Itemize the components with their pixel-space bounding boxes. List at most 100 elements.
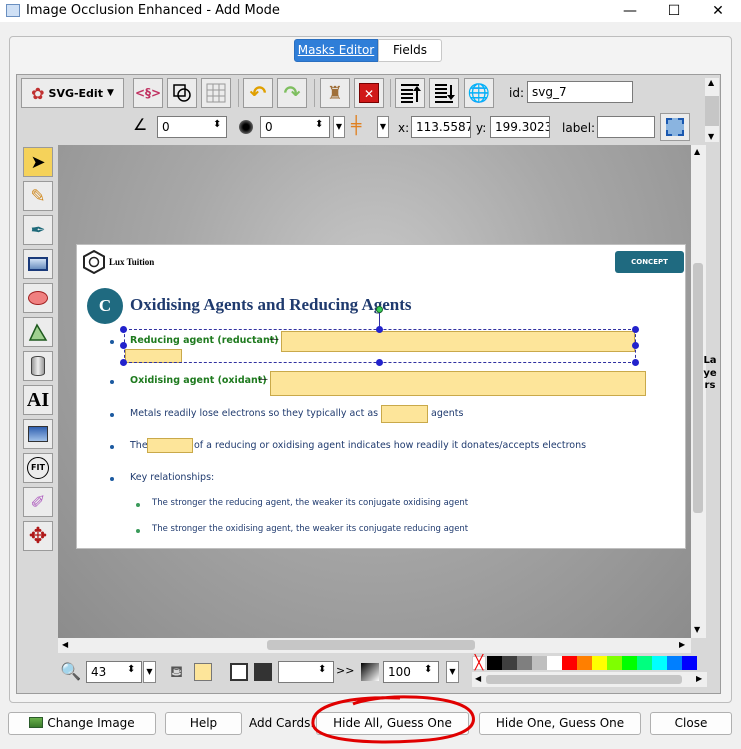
resize-handle-w[interactable]: [120, 342, 127, 349]
oxidising-agent-label: Oxidising agent (oxidant): [130, 375, 267, 386]
image-tool-button[interactable]: [23, 419, 53, 449]
stroke-style-icon[interactable]: >>: [336, 664, 354, 677]
help-button[interactable]: Help: [165, 712, 242, 735]
resize-handle-s[interactable]: [376, 359, 383, 366]
palette-swatch[interactable]: [592, 656, 607, 670]
rotate-handle[interactable]: [376, 306, 383, 313]
resize-handle-n[interactable]: [376, 326, 383, 333]
occlusion-mask[interactable]: [147, 438, 193, 453]
eyedropper-tool-button[interactable]: ✐: [23, 487, 53, 517]
change-image-button[interactable]: Change Image: [8, 712, 156, 735]
link-button[interactable]: 🌐: [464, 78, 494, 108]
palette-scrollbar[interactable]: ◀ ▶: [472, 672, 707, 687]
select-tool-button[interactable]: ➤: [23, 147, 53, 177]
svg-edit-menu-button[interactable]: ✿ SVG-Edit ▼: [21, 78, 124, 108]
x-input[interactable]: 113.5587: [411, 116, 471, 138]
delete-button[interactable]: ✕: [354, 78, 384, 108]
angle-spin-icon[interactable]: ⬍: [213, 119, 221, 130]
zoom-spin-icon[interactable]: ⬍: [127, 664, 135, 675]
fill-color-swatch[interactable]: [194, 663, 212, 681]
occlusion-mask[interactable]: [270, 371, 646, 396]
palette-swatch[interactable]: [577, 656, 592, 670]
selection-box[interactable]: [124, 329, 636, 363]
scroll-right-icon[interactable]: ▶: [679, 640, 685, 649]
occlusion-mask[interactable]: [381, 405, 428, 423]
redo-button[interactable]: ↷: [277, 78, 307, 108]
palette-swatch[interactable]: [682, 656, 697, 670]
palette-swatch[interactable]: [487, 656, 502, 670]
label-input[interactable]: [597, 116, 655, 138]
palette-swatch[interactable]: [547, 656, 562, 670]
undo-button[interactable]: ↶: [243, 78, 273, 108]
close-window-button[interactable]: ✕: [695, 0, 741, 22]
resize-handle-nw[interactable]: [120, 326, 127, 333]
hide-one-guess-one-button[interactable]: Hide One, Guess One: [479, 712, 641, 735]
pencil-tool-button[interactable]: ✎: [23, 181, 53, 211]
window-title: Image Occlusion Enhanced - Add Mode: [26, 3, 280, 18]
clone-button[interactable]: ♜: [320, 78, 350, 108]
palette-swatch[interactable]: [517, 656, 532, 670]
stroke-color-swatch[interactable]: [254, 663, 272, 681]
wireframe-button[interactable]: [167, 78, 197, 108]
scroll-up-icon[interactable]: ▲: [694, 147, 700, 156]
palette-swatch[interactable]: [532, 656, 547, 670]
tab-fields[interactable]: Fields: [378, 39, 442, 62]
resize-handle-sw[interactable]: [120, 359, 127, 366]
zoom-fit-button[interactable]: FIT: [23, 453, 53, 483]
scroll-right-icon[interactable]: ▶: [696, 674, 702, 683]
tab-masks-editor[interactable]: Masks Editor: [294, 39, 378, 62]
source-code-button[interactable]: <§>: [133, 78, 163, 108]
align-dropdown-button[interactable]: ▼: [377, 116, 389, 138]
text-tool-button[interactable]: AI: [23, 385, 53, 415]
move-to-top-button[interactable]: [395, 78, 425, 108]
blur-dropdown-button[interactable]: ▼: [333, 116, 345, 138]
palette-swatch[interactable]: [667, 656, 682, 670]
scroll-left-icon[interactable]: ◀: [62, 640, 68, 649]
palette-swatch[interactable]: [637, 656, 652, 670]
angle-icon: ∠: [133, 115, 148, 134]
align-relative-button[interactable]: [660, 113, 690, 141]
palette-swatch[interactable]: [622, 656, 637, 670]
palette-scroll-thumb[interactable]: [486, 675, 682, 684]
palette-swatch[interactable]: [502, 656, 517, 670]
toolbar-scroll-thumb[interactable]: [705, 96, 719, 126]
id-input[interactable]: svg_7: [527, 81, 633, 103]
pan-tool-button[interactable]: ✥: [23, 521, 53, 551]
rect-tool-button[interactable]: [23, 249, 53, 279]
palette-swatch[interactable]: [652, 656, 667, 670]
bullet-dot: [110, 445, 114, 449]
zoom-dropdown-button[interactable]: ▼: [143, 661, 156, 683]
toolbar-scrollbar[interactable]: ▲ ▼: [705, 78, 719, 142]
stroke-spin-icon[interactable]: ⬍: [318, 664, 326, 675]
opacity-spin-icon[interactable]: ⬍: [424, 664, 432, 675]
move-to-bottom-button[interactable]: [429, 78, 459, 108]
slide-heading: Oxidising Agents and Reducing Agents: [130, 295, 412, 314]
sub-bullet-1: The stronger the reducing agent, the wea…: [152, 498, 469, 508]
resize-handle-se[interactable]: [632, 359, 639, 366]
vertical-scroll-thumb[interactable]: [693, 263, 703, 513]
maximize-button[interactable]: ☐: [651, 0, 697, 22]
resize-handle-e[interactable]: [632, 342, 639, 349]
lux-logo-icon: [83, 249, 105, 275]
palette-swatch[interactable]: [607, 656, 622, 670]
pen-tool-button[interactable]: ✒: [23, 215, 53, 245]
close-button[interactable]: Close: [650, 712, 732, 735]
resize-handle-ne[interactable]: [632, 326, 639, 333]
no-color-swatch[interactable]: ╳: [472, 656, 486, 670]
layers-panel-tab[interactable]: Layers: [703, 355, 717, 393]
palette-swatch[interactable]: [562, 656, 577, 670]
scroll-left-icon[interactable]: ◀: [475, 674, 481, 683]
canvas-horizontal-scrollbar[interactable]: ◀ ▶: [58, 638, 691, 653]
minimize-button[interactable]: —: [607, 0, 653, 22]
blur-spin-icon[interactable]: ⬍: [315, 119, 323, 130]
ellipse-tool-button[interactable]: [23, 283, 53, 313]
grid-button[interactable]: [201, 78, 231, 108]
polygon-tool-button[interactable]: [23, 317, 53, 347]
horizontal-scroll-thumb[interactable]: [267, 640, 475, 650]
scroll-up-icon[interactable]: ▲: [708, 78, 714, 87]
shape-library-tool-button[interactable]: [23, 351, 53, 381]
scroll-down-icon[interactable]: ▼: [708, 132, 714, 141]
y-input[interactable]: 199.3023: [490, 116, 550, 138]
opacity-dropdown-button[interactable]: ▼: [446, 661, 459, 683]
scroll-down-icon[interactable]: ▼: [694, 625, 700, 634]
